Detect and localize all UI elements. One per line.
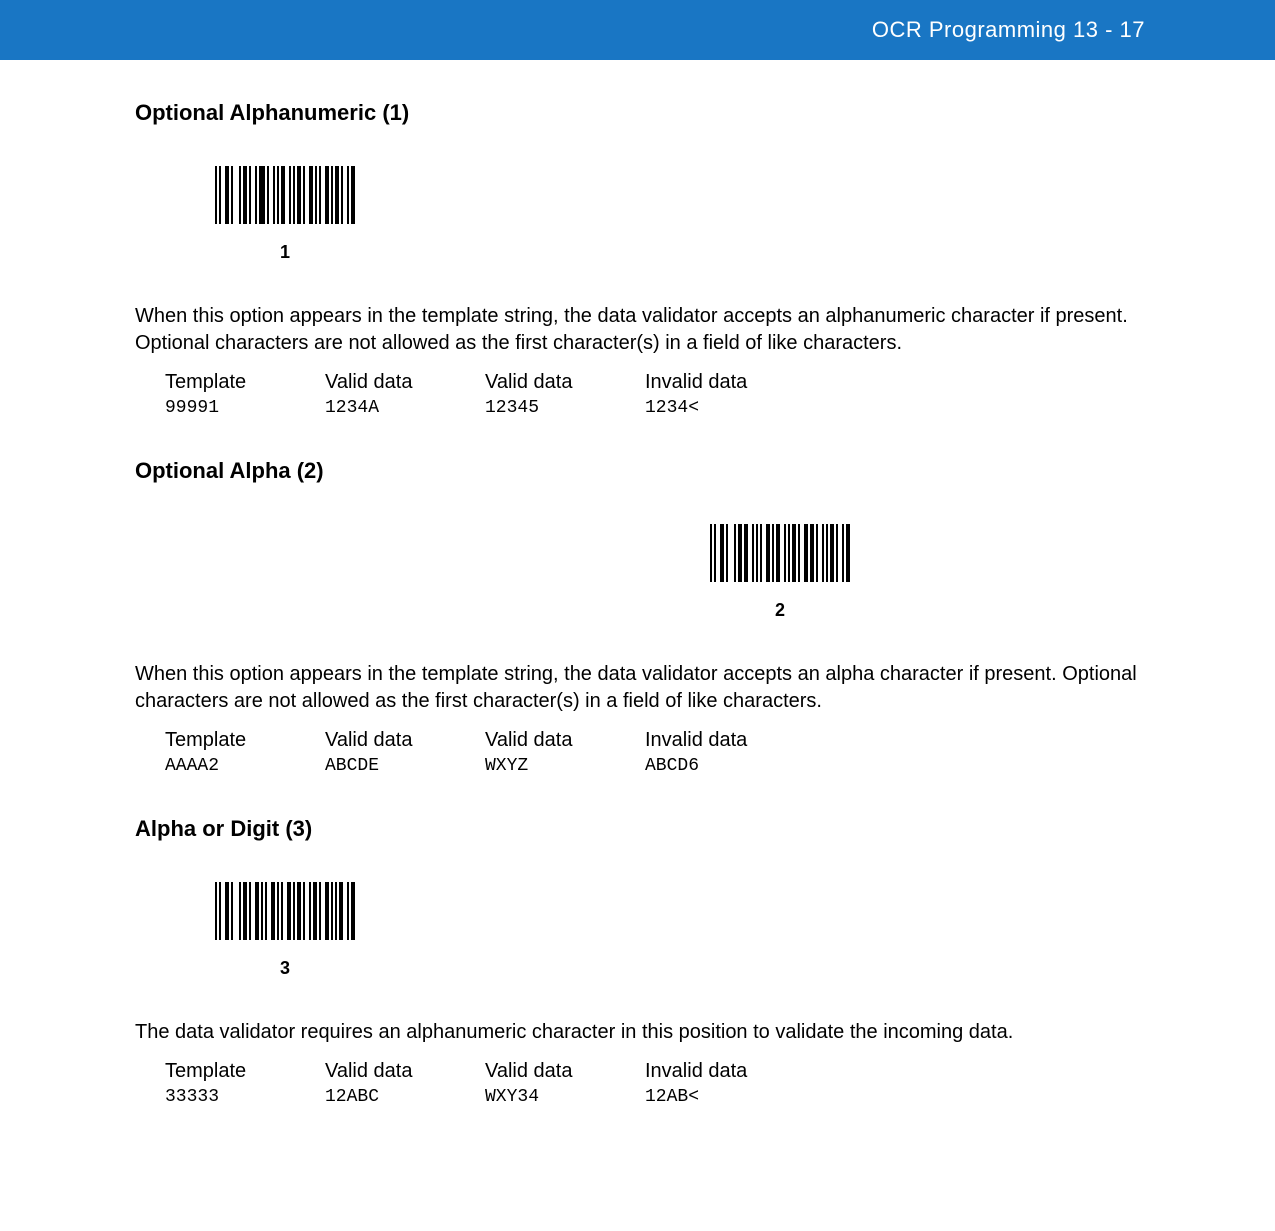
th: Invalid data [645,729,805,756]
barcode-label-2: 2 [710,600,850,621]
page-content: Optional Alphanumeric (1) 1 When this op… [0,60,1275,1107]
data-table-3: Template Valid data Valid data Invalid d… [165,1060,805,1107]
section-body-1: When this option appears in the template… [135,303,1145,357]
data-table-2: Template Valid data Valid data Invalid d… [165,729,805,776]
th: Valid data [485,371,645,398]
th: Valid data [485,1060,645,1087]
td: 12ABC [325,1087,485,1107]
section-heading-3: Alpha or Digit (3) [135,816,1145,842]
header-title: OCR Programming 13 - 17 [872,17,1145,43]
th: Valid data [325,729,485,756]
table-header-row: Template Valid data Valid data Invalid d… [165,371,805,398]
th: Template [165,729,325,756]
td: AAAA2 [165,756,325,776]
barcode-2 [710,524,850,582]
table-row: AAAA2 ABCDE WXYZ ABCD6 [165,756,805,776]
table-row: 33333 12ABC WXY34 12AB< [165,1087,805,1107]
th: Valid data [325,371,485,398]
th: Invalid data [645,1060,805,1087]
header-bar: OCR Programming 13 - 17 [0,0,1275,60]
td: WXYZ [485,756,645,776]
barcode-label-3: 3 [215,958,355,979]
th: Template [165,1060,325,1087]
barcode-block-3: 3 [215,882,355,979]
barcode-block-2: 2 [710,524,850,621]
td: 1234< [645,398,805,418]
section-heading-2: Optional Alpha (2) [135,458,1145,484]
th: Template [165,371,325,398]
table-header-row: Template Valid data Valid data Invalid d… [165,1060,805,1087]
table-row: 99991 1234A 12345 1234< [165,398,805,418]
td: 33333 [165,1087,325,1107]
td: ABCDE [325,756,485,776]
barcode-block-1: 1 [215,166,355,263]
section-body-2: When this option appears in the template… [135,661,1145,715]
barcode-3 [215,882,355,940]
td: 12AB< [645,1087,805,1107]
section-heading-1: Optional Alphanumeric (1) [135,100,1145,126]
barcode-label-1: 1 [215,242,355,263]
td: ABCD6 [645,756,805,776]
td: 99991 [165,398,325,418]
section-body-3: The data validator requires an alphanume… [135,1019,1145,1046]
td: 1234A [325,398,485,418]
td: WXY34 [485,1087,645,1107]
th: Valid data [485,729,645,756]
td: 12345 [485,398,645,418]
th: Valid data [325,1060,485,1087]
data-table-1: Template Valid data Valid data Invalid d… [165,371,805,418]
barcode-1 [215,166,355,224]
th: Invalid data [645,371,805,398]
table-header-row: Template Valid data Valid data Invalid d… [165,729,805,756]
